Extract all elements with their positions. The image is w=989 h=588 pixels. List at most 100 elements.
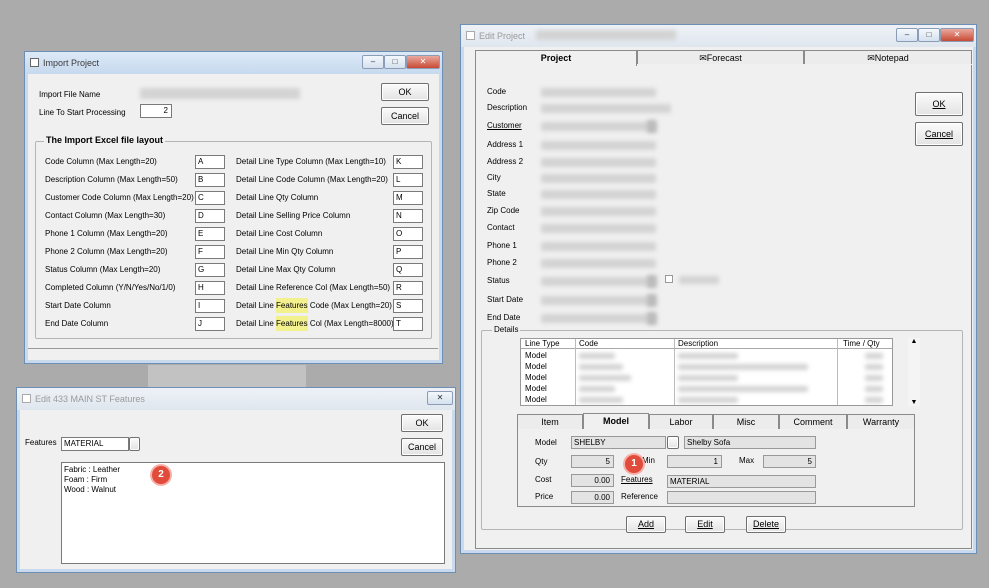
features-ok-button[interactable]: OK — [401, 414, 443, 432]
close-button[interactable]: ✕ — [406, 55, 440, 69]
tab-forecast[interactable]: ✉Forecast — [637, 50, 804, 64]
layout-column-field[interactable]: S — [393, 299, 423, 313]
layout-column-field[interactable]: F — [195, 245, 225, 259]
layout-column-field[interactable]: M — [393, 191, 423, 205]
field-value[interactable] — [541, 224, 656, 233]
sub-tab-labor[interactable]: Labor — [649, 414, 713, 429]
cell-line-type: Model — [525, 351, 547, 360]
minimize-button[interactable]: – — [362, 55, 384, 69]
field-value[interactable] — [541, 104, 671, 113]
project-title-bar: Edit Project – □ ✕ — [461, 25, 976, 47]
layout-column-field[interactable]: Q — [393, 263, 423, 277]
project-ok-button[interactable]: OK — [915, 92, 963, 116]
sub-tab-item[interactable]: Item — [517, 414, 583, 429]
field-value[interactable] — [541, 296, 653, 305]
import-title: Import Project — [43, 58, 100, 68]
project-features-field[interactable]: MATERIAL — [667, 475, 816, 488]
layout-column-field[interactable]: T — [393, 317, 423, 331]
line-start-field[interactable]: 2 — [140, 104, 172, 118]
layout-column-field[interactable]: A — [195, 155, 225, 169]
project-cancel-button[interactable]: Cancel — [915, 122, 963, 146]
close-button[interactable]: ✕ — [427, 391, 453, 405]
field-value[interactable] — [541, 277, 653, 286]
line-start-label: Line To Start Processing — [39, 108, 126, 117]
layout-column-field[interactable]: O — [393, 227, 423, 241]
price-field[interactable]: 0.00 — [571, 491, 614, 504]
maximize-button[interactable]: □ — [918, 28, 940, 42]
layout-column-field[interactable]: E — [195, 227, 225, 241]
table-row[interactable]: Model — [521, 395, 892, 405]
model-code-field[interactable]: SHELBY — [571, 436, 666, 449]
layout-column-field[interactable]: L — [393, 173, 423, 187]
close-button[interactable]: ✕ — [940, 28, 974, 42]
add-button[interactable]: Add — [626, 516, 666, 533]
delete-button[interactable]: Delete — [746, 516, 786, 533]
sub-tab-misc[interactable]: Misc — [713, 414, 779, 429]
sub-tab-model[interactable]: Model — [583, 413, 649, 429]
field-value[interactable] — [541, 242, 656, 251]
table-row[interactable]: Model — [521, 362, 892, 373]
layout-column-field[interactable]: N — [393, 209, 423, 223]
field-value[interactable] — [541, 314, 653, 323]
completed-label — [679, 276, 719, 284]
layout-column-field[interactable]: H — [195, 281, 225, 295]
tab-project[interactable]: Project — [475, 50, 637, 66]
layout-column-field[interactable]: J — [195, 317, 225, 331]
grid-scrollbar[interactable]: ▲ ▼ — [908, 338, 920, 406]
dropdown-button[interactable] — [647, 275, 657, 288]
edit-features-dialog: Edit 433 MAIN ST Features ✕ Features MAT… — [16, 387, 456, 573]
features-field[interactable]: MATERIAL — [61, 437, 129, 451]
min-field[interactable]: 1 — [667, 455, 722, 468]
edit-button[interactable]: Edit — [685, 516, 725, 533]
table-row[interactable]: Model — [521, 373, 892, 384]
minimize-button[interactable]: – — [896, 28, 918, 42]
layout-column-field[interactable]: C — [195, 191, 225, 205]
layout-row-label: Detail Line Reference Col (Max Length=50… — [236, 283, 390, 292]
completed-checkbox[interactable] — [665, 275, 673, 283]
field-value[interactable] — [541, 88, 656, 97]
reference-field[interactable] — [667, 491, 816, 504]
layout-column-field[interactable]: G — [195, 263, 225, 277]
scroll-up-icon[interactable]: ▲ — [908, 338, 920, 345]
model-lookup-button[interactable] — [667, 436, 679, 449]
field-value[interactable] — [541, 174, 656, 183]
cell-description — [678, 364, 808, 370]
features-lookup-button[interactable] — [129, 437, 140, 451]
import-cancel-button[interactable]: Cancel — [381, 107, 429, 125]
maximize-button[interactable]: □ — [384, 55, 406, 69]
field-value[interactable] — [541, 207, 656, 216]
features-cancel-button[interactable]: Cancel — [401, 438, 443, 456]
layout-column-field[interactable]: D — [195, 209, 225, 223]
max-field[interactable]: 5 — [763, 455, 816, 468]
import-ok-button[interactable]: OK — [381, 83, 429, 101]
field-value[interactable] — [541, 141, 656, 150]
dropdown-button[interactable] — [647, 294, 657, 307]
details-grid[interactable]: Line Type Code Description Time / Qty Mo… — [520, 338, 893, 406]
cost-field[interactable]: 0.00 — [571, 474, 614, 487]
header-line-type: Line Type — [525, 339, 560, 348]
qty-field[interactable]: 5 — [571, 455, 614, 468]
field-value[interactable] — [541, 190, 656, 199]
layout-column-field[interactable]: P — [393, 245, 423, 259]
layout-row-label: End Date Column — [45, 319, 109, 328]
import-file-field[interactable] — [140, 88, 300, 99]
layout-row-label: Completed Column (Y/N/Yes/No/1/0) — [45, 283, 176, 292]
field-label: Start Date — [487, 295, 524, 304]
layout-column-field[interactable]: B — [195, 173, 225, 187]
sub-tab-warranty[interactable]: Warranty — [847, 414, 915, 429]
field-value[interactable] — [541, 122, 653, 131]
features-link[interactable]: Features — [621, 475, 653, 484]
field-value[interactable] — [541, 158, 656, 167]
layout-column-field[interactable]: I — [195, 299, 225, 313]
dropdown-button[interactable] — [647, 120, 657, 133]
layout-column-field[interactable]: R — [393, 281, 423, 295]
scroll-down-icon[interactable]: ▼ — [908, 399, 920, 406]
features-text-area[interactable]: Fabric : Leather Foam : Firm Wood : Walnut — [61, 462, 445, 564]
dropdown-button[interactable] — [647, 312, 657, 325]
sub-tab-comment[interactable]: Comment — [779, 414, 847, 429]
tab-notepad[interactable]: ✉Notepad — [804, 50, 972, 64]
table-row[interactable]: Model — [521, 384, 892, 395]
layout-column-field[interactable]: K — [393, 155, 423, 169]
table-row[interactable]: Model — [521, 351, 892, 362]
field-value[interactable] — [541, 259, 656, 268]
